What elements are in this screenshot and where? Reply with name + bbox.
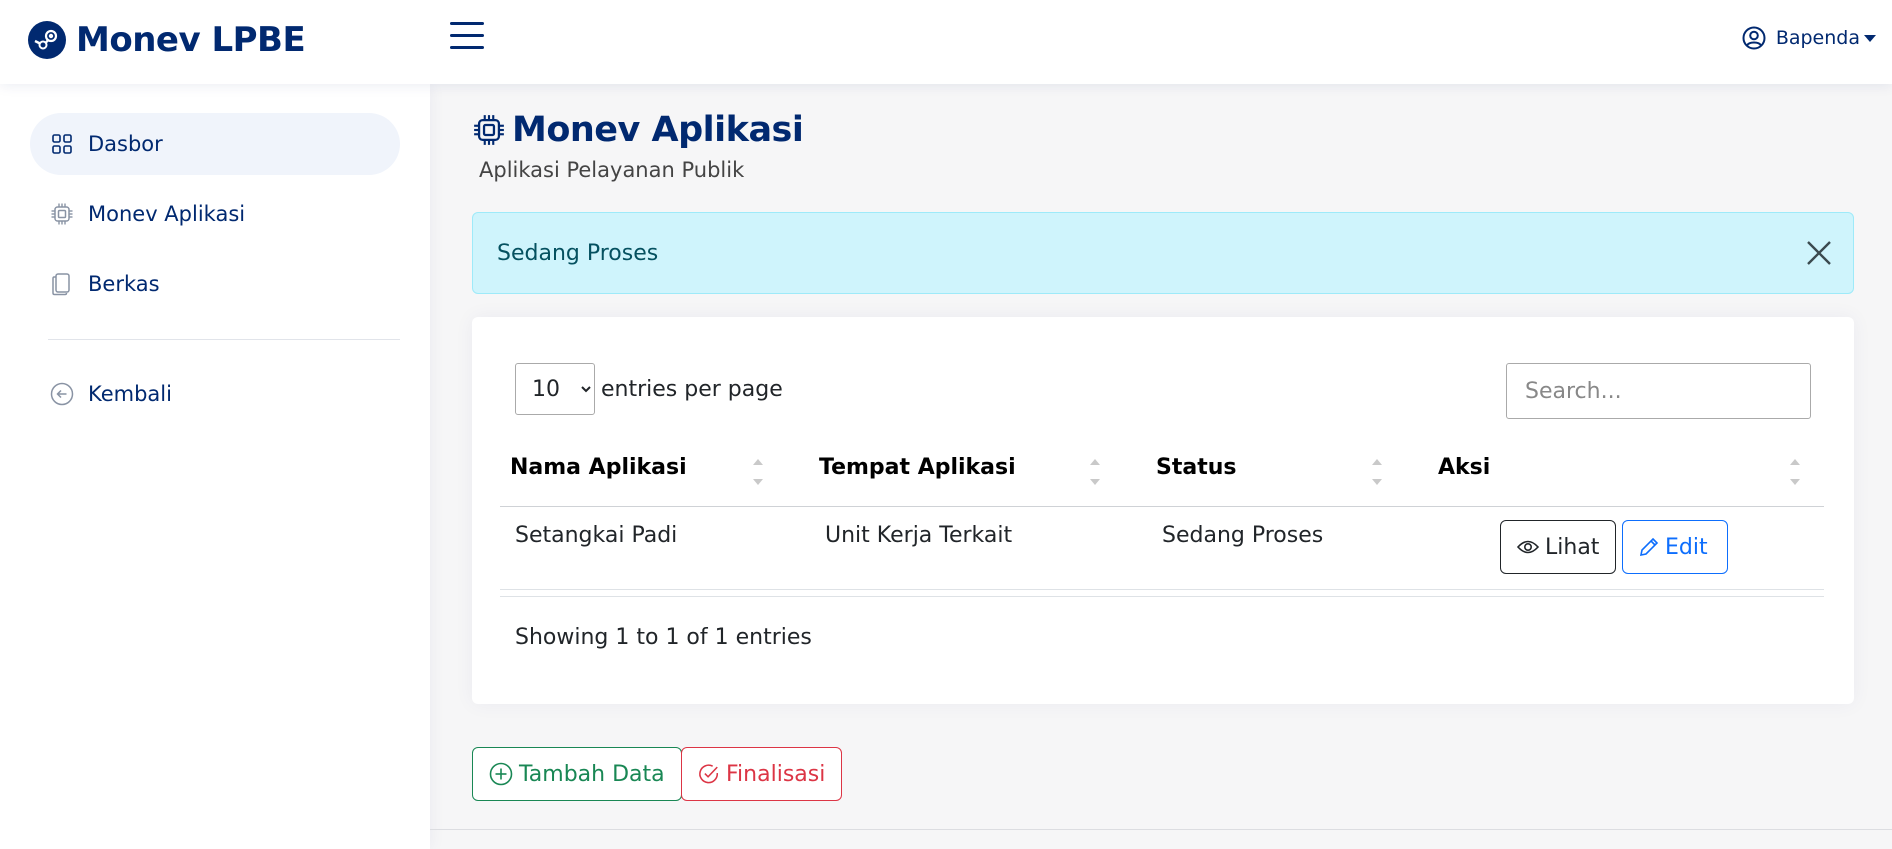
files-icon: [50, 272, 74, 296]
page-title-block: Monev Aplikasi: [472, 110, 804, 150]
per-page-control: 10 entries per page: [515, 363, 783, 415]
eye-icon: [1517, 539, 1539, 555]
close-icon[interactable]: [1805, 239, 1833, 267]
sidebar-item-label: Berkas: [88, 272, 160, 296]
user-name: Bapenda: [1775, 27, 1860, 49]
column-header-tempat[interactable]: Tempat Aplikasi: [819, 455, 1016, 480]
menu-toggle-icon[interactable]: [450, 22, 484, 54]
sidebar-item-dasbor[interactable]: Dasbor: [30, 113, 400, 175]
logo[interactable]: Monev LPBE: [28, 20, 306, 60]
search-input[interactable]: [1506, 363, 1811, 419]
pencil-icon: [1639, 537, 1659, 557]
caret-down-icon: [1864, 34, 1876, 42]
column-header-aksi[interactable]: Aksi: [1438, 455, 1490, 480]
per-page-label: entries per page: [601, 376, 783, 402]
plus-circle-icon: [489, 762, 513, 786]
steam-logo-icon: [28, 21, 66, 59]
edit-button[interactable]: Edit: [1622, 520, 1728, 574]
view-button-label: Lihat: [1545, 534, 1600, 560]
sidebar-divider: [48, 339, 400, 340]
alert-message: Sedang Proses: [497, 240, 659, 266]
table-header: Nama Aplikasi Tempat Aplikasi Status Aks…: [500, 435, 1824, 507]
page-title: Monev Aplikasi: [512, 110, 804, 150]
cell-tempat-aplikasi: Unit Kerja Terkait: [825, 523, 1013, 548]
cell-status: Sedang Proses: [1162, 523, 1324, 548]
sort-icon[interactable]: [753, 459, 763, 493]
sidebar: Dasbor Monev Aplikasi Berkas Kembali: [0, 84, 430, 849]
sort-icon[interactable]: [1790, 459, 1800, 493]
sidebar-item-label: Kembali: [88, 382, 172, 406]
app-name: Monev LPBE: [76, 20, 306, 60]
edit-button-label: Edit: [1665, 534, 1708, 560]
sidebar-item-berkas[interactable]: Berkas: [30, 253, 400, 315]
page-subtitle: Aplikasi Pelayanan Publik: [479, 158, 745, 182]
column-header-nama[interactable]: Nama Aplikasi: [510, 455, 687, 480]
cpu-icon: [50, 202, 74, 226]
view-button[interactable]: Lihat: [1500, 520, 1616, 574]
sort-icon[interactable]: [1372, 459, 1382, 493]
per-page-select[interactable]: 10: [515, 363, 595, 415]
table-row: Setangkai Padi Unit Kerja Terkait Sedang…: [500, 507, 1824, 590]
table-footer-divider: [500, 596, 1824, 597]
finalize-button[interactable]: Finalisasi: [681, 747, 843, 801]
add-data-button[interactable]: Tambah Data: [472, 747, 682, 801]
cpu-icon: [472, 113, 506, 147]
datatable-card: 10 entries per page Nama Aplikasi Tempat…: [472, 317, 1854, 704]
arrow-left-circle-icon: [50, 382, 74, 406]
column-header-status[interactable]: Status: [1156, 455, 1236, 480]
sort-icon[interactable]: [1090, 459, 1100, 493]
sidebar-item-kembali[interactable]: Kembali: [30, 363, 400, 425]
finalize-label: Finalisasi: [726, 761, 826, 787]
grid-icon: [50, 132, 74, 156]
sidebar-item-label: Dasbor: [88, 132, 163, 156]
profile-dropdown[interactable]: Bapenda: [1742, 26, 1876, 50]
top-header: Monev LPBE Bapenda: [0, 0, 1892, 84]
footer-divider: [430, 829, 1892, 830]
status-alert: Sedang Proses: [472, 212, 1854, 294]
check-circle-icon: [698, 763, 720, 785]
add-data-label: Tambah Data: [519, 761, 665, 787]
user-circle-icon: [1742, 26, 1766, 50]
table-info: Showing 1 to 1 of 1 entries: [515, 625, 812, 650]
cell-nama-aplikasi: Setangkai Padi: [515, 523, 678, 548]
sidebar-item-monev-aplikasi[interactable]: Monev Aplikasi: [30, 183, 400, 245]
sidebar-item-label: Monev Aplikasi: [88, 202, 246, 226]
